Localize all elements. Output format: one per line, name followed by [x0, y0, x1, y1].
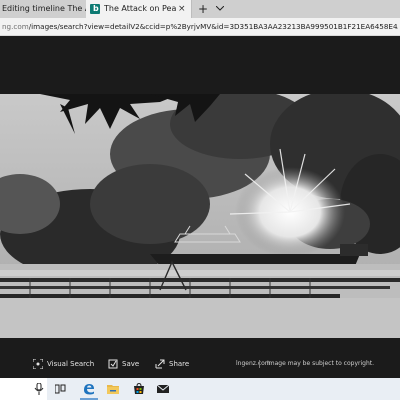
visual-search-label: Visual Search	[47, 360, 95, 368]
task-view-icon[interactable]	[50, 378, 72, 400]
save-icon	[108, 359, 118, 369]
divider	[259, 360, 260, 368]
tab-label: The Attack on Pearl Har	[104, 4, 176, 13]
share-icon	[155, 359, 165, 369]
tab-label: Editing timeline The Attack	[2, 4, 86, 13]
store-icon[interactable]	[128, 378, 150, 400]
tab-editing-timeline[interactable]: Editing timeline The Attack	[0, 0, 86, 18]
visual-search-button[interactable]: Visual Search	[33, 356, 95, 372]
bing-icon-letter: b	[93, 4, 99, 13]
visual-search-icon	[33, 359, 43, 369]
chevron-down-icon[interactable]	[214, 0, 226, 18]
detail-image[interactable]	[0, 94, 400, 338]
url-text[interactable]: ng.com/images/search?view=detailV2&ccid=…	[2, 18, 398, 35]
pearl-harbor-photo	[0, 94, 400, 338]
url-path: /images/search?view=detailV2&ccid=p%2Byr…	[28, 22, 398, 31]
url-domain: ng.com	[2, 22, 29, 31]
image-action-bar: Visual Search Save Share lngenz.com Imag…	[0, 356, 400, 372]
edge-icon[interactable]	[78, 378, 100, 400]
share-button[interactable]: Share	[155, 356, 191, 372]
tab-strip: Editing timeline The Attack b The Attack…	[0, 0, 400, 18]
plus-icon[interactable]: +	[196, 0, 210, 18]
address-bar[interactable]: ng.com/images/search?view=detailV2&ccid=…	[0, 18, 400, 36]
image-viewer: Visual Search Save Share lngenz.com Imag…	[0, 36, 400, 378]
save-button[interactable]: Save	[108, 356, 144, 372]
close-icon[interactable]: ×	[178, 0, 186, 18]
windows-taskbar	[0, 378, 400, 400]
save-label: Save	[122, 360, 140, 368]
image-source-link[interactable]: lngenz.com	[236, 356, 271, 372]
copyright-notice: Image may be subject to copyright.	[267, 360, 375, 367]
mail-icon[interactable]	[152, 378, 174, 400]
tab-pearl-harbor[interactable]: b The Attack on Pearl Har ×	[86, 0, 192, 18]
microphone-icon[interactable]	[28, 378, 50, 400]
share-label: Share	[169, 360, 190, 368]
file-explorer-icon[interactable]	[102, 378, 124, 400]
